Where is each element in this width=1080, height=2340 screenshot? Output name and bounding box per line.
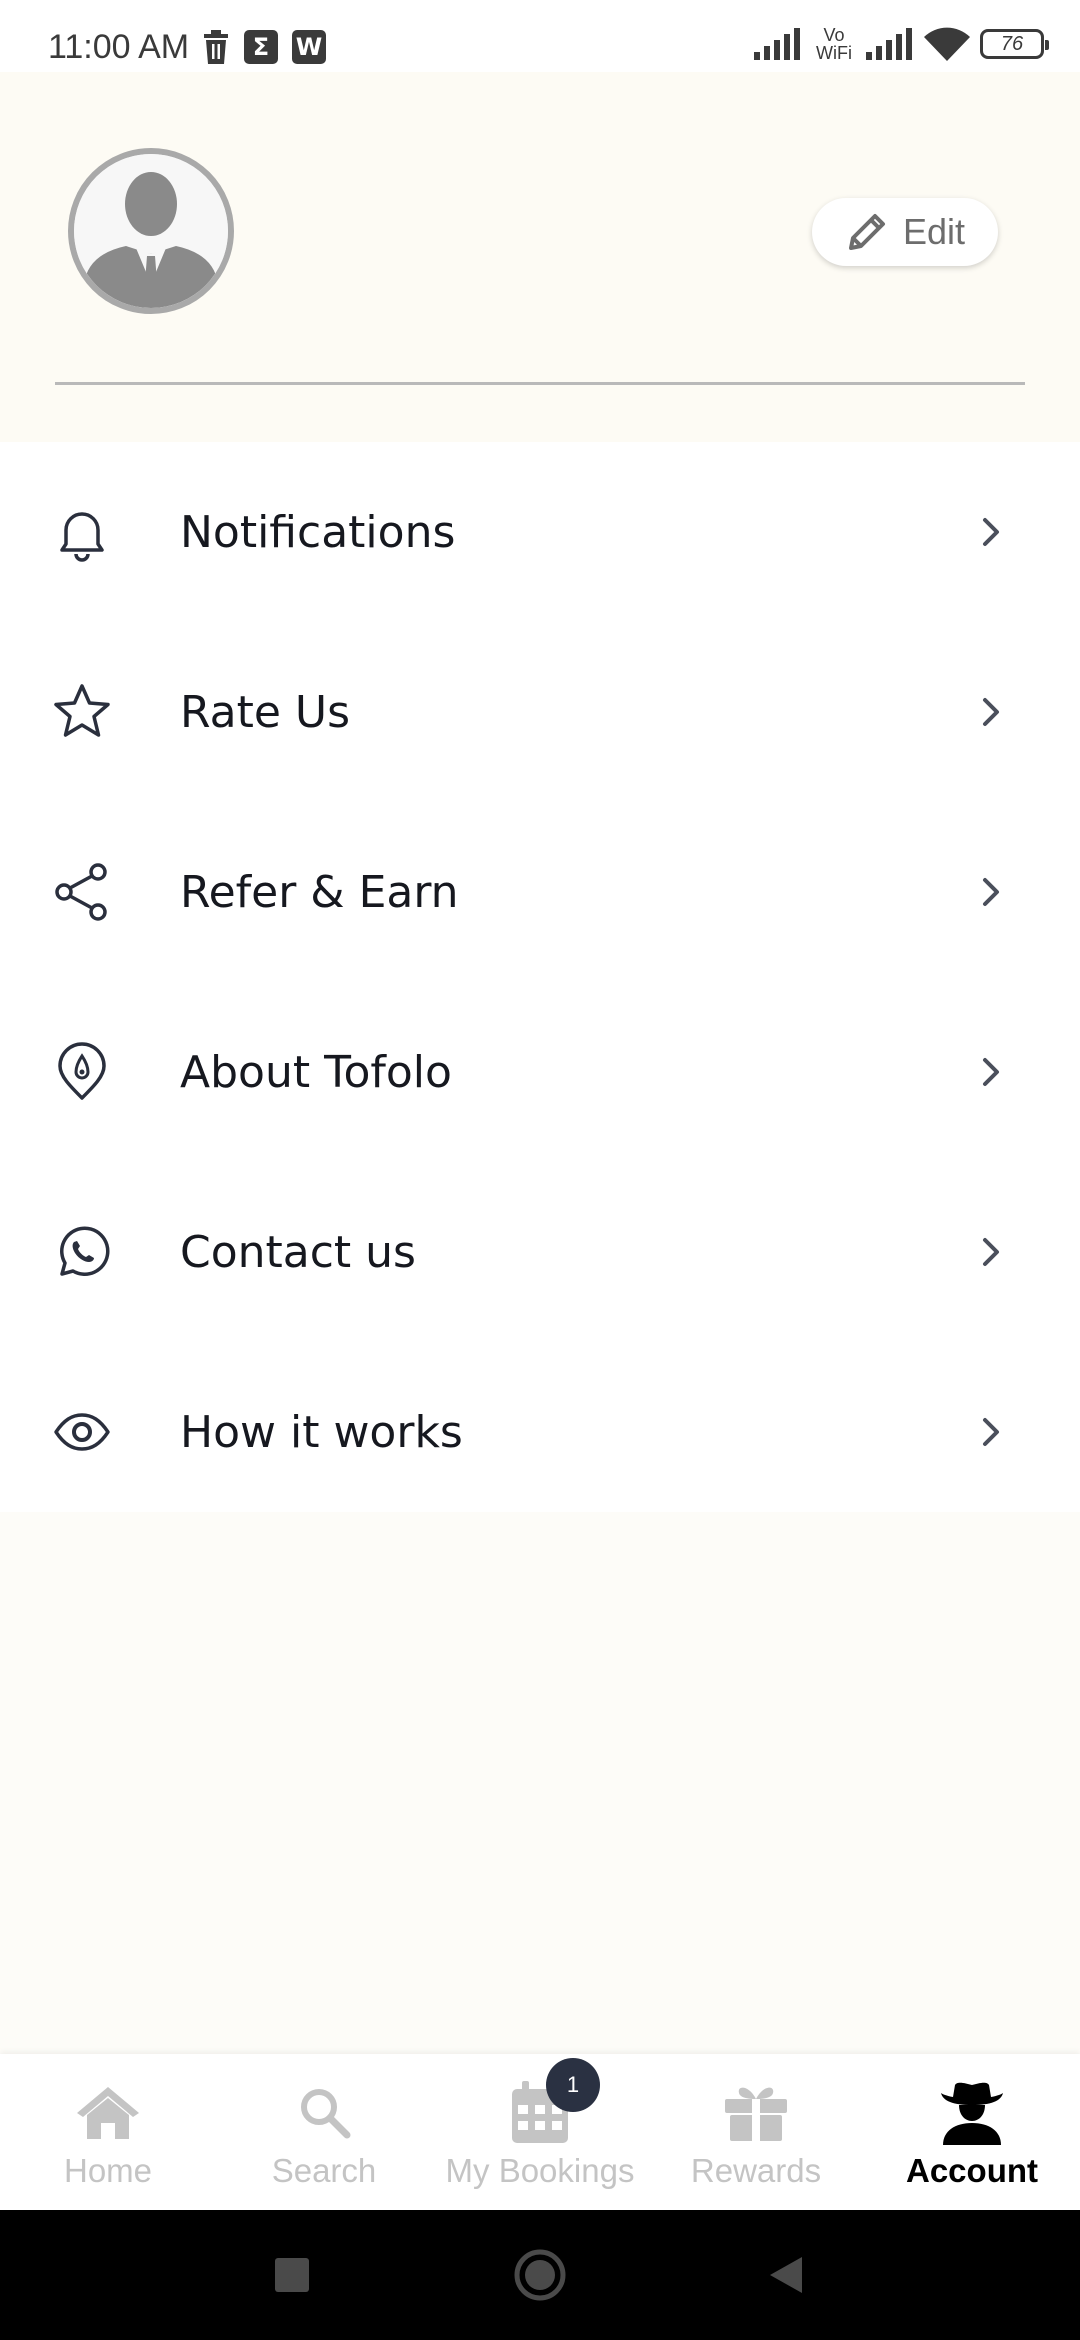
bookings-count-badge: 1: [546, 2058, 600, 2112]
circle-icon: [514, 2249, 566, 2301]
menu-item-label: Contact us: [180, 1226, 416, 1278]
share-icon: [52, 862, 112, 922]
menu-item-label: About Tofolo: [180, 1046, 452, 1098]
chevron-right-icon: [976, 692, 1006, 732]
search-icon: [289, 2080, 359, 2144]
location-pin-icon: [52, 1042, 112, 1102]
account-menu: Notifications Rate Us Refer & Earn About…: [0, 442, 1080, 1512]
square-icon: [275, 2258, 309, 2292]
vowifi-icon: Vo WiFi: [816, 25, 852, 63]
gift-icon: [721, 2080, 791, 2144]
edit-profile-button[interactable]: Edit: [812, 198, 998, 266]
wifi-icon: [924, 27, 970, 61]
bottom-nav: Home Search My Bookings Rewards Account: [0, 2054, 1080, 2210]
divider: [55, 382, 1025, 385]
nav-label: My Bookings: [445, 2152, 635, 2189]
nav-rewards[interactable]: Rewards: [648, 2054, 864, 2210]
nav-account[interactable]: Account: [864, 2054, 1080, 2210]
chevron-right-icon: [976, 872, 1006, 912]
menu-item-about[interactable]: About Tofolo: [0, 982, 1080, 1162]
menu-item-rate-us[interactable]: Rate Us: [0, 622, 1080, 802]
menu-item-label: Rate Us: [180, 686, 351, 738]
status-indicators: Vo WiFi 76: [754, 25, 1049, 63]
chevron-right-icon: [976, 512, 1006, 552]
home-icon: [73, 2080, 143, 2144]
nav-search[interactable]: Search: [216, 2054, 432, 2210]
notification-icons: Σ W: [202, 30, 326, 64]
recents-button[interactable]: [250, 2210, 334, 2340]
nav-home[interactable]: Home: [0, 2054, 216, 2210]
star-icon: [52, 682, 112, 742]
bell-icon: [52, 502, 112, 562]
whatsapp-icon: [52, 1222, 112, 1282]
eye-icon: [52, 1402, 112, 1462]
profile-header: Edit: [0, 72, 1080, 442]
nav-label: Account: [906, 2152, 1038, 2189]
chevron-right-icon: [976, 1052, 1006, 1092]
menu-item-notifications[interactable]: Notifications: [0, 442, 1080, 622]
chevron-right-icon: [976, 1232, 1006, 1272]
signal-icon: [754, 28, 800, 60]
system-nav-bar: [0, 2210, 1080, 2340]
menu-item-refer-earn[interactable]: Refer & Earn: [0, 802, 1080, 982]
battery-icon: 76: [980, 29, 1049, 59]
avatar[interactable]: [68, 148, 234, 314]
back-triangle-icon: [770, 2257, 802, 2293]
nav-label: Home: [63, 2152, 153, 2189]
w-app-icon: W: [292, 30, 326, 64]
home-button[interactable]: [498, 2210, 582, 2340]
battery-level: 76: [1000, 32, 1024, 55]
edit-label: Edit: [902, 211, 966, 252]
cowboy-user-icon: [937, 2080, 1007, 2145]
status-bar: 11:00 AM Σ W Vo WiFi 76: [0, 0, 1080, 72]
nav-label: Search: [271, 2152, 377, 2189]
status-time: 11:00 AM: [48, 28, 190, 66]
menu-item-label: How it works: [180, 1406, 463, 1458]
menu-item-label: Notifications: [180, 506, 456, 558]
chevron-right-icon: [976, 1412, 1006, 1452]
menu-item-how-it-works[interactable]: How it works: [0, 1342, 1080, 1522]
menu-item-contact-us[interactable]: Contact us: [0, 1162, 1080, 1342]
user-silhouette-icon: [74, 154, 228, 308]
nav-label: Rewards: [690, 2152, 822, 2189]
trash-icon: [204, 30, 228, 64]
back-button[interactable]: [744, 2210, 828, 2340]
pencil-icon: [848, 214, 885, 250]
sigma-icon: Σ: [244, 30, 278, 64]
nav-my-bookings[interactable]: My Bookings: [432, 2054, 648, 2210]
signal-icon: [866, 28, 912, 60]
menu-item-label: Refer & Earn: [180, 866, 459, 918]
